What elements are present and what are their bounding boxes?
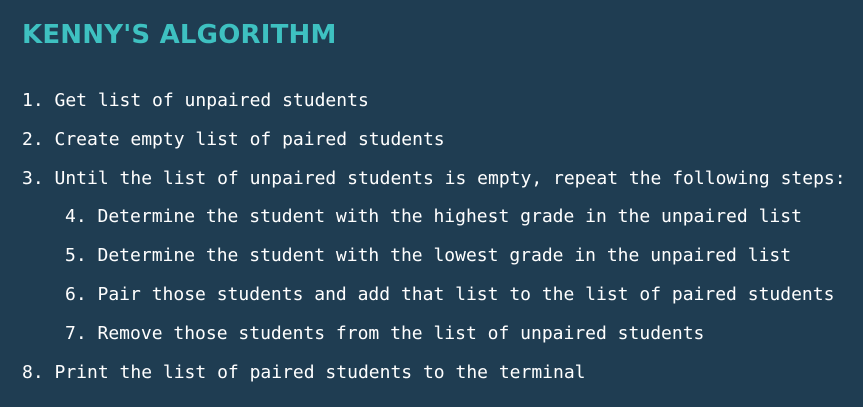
step-item: 3. Until the list of unpaired students i… — [22, 167, 846, 189]
step-item: 1. Get list of unpaired students — [22, 90, 369, 111]
step-item: 6. Pair those students and add that list… — [65, 283, 835, 305]
algorithm-steps-list: 1. Get list of unpaired students 2. Crea… — [0, 82, 846, 392]
step-item: 8. Print the list of paired students to … — [22, 361, 586, 383]
step-item: 5. Determine the student with the lowest… — [65, 245, 792, 267]
slide-title: KENNY'S ALGORITHM — [22, 20, 337, 50]
step-item: 7. Remove those students from the list o… — [65, 322, 705, 344]
step-item: 2. Create empty list of paired students — [22, 128, 445, 150]
slide: KENNY'S ALGORITHM 1. Get list of unpaire… — [0, 0, 863, 407]
step-item: 4. Determine the student with the highes… — [65, 206, 802, 228]
